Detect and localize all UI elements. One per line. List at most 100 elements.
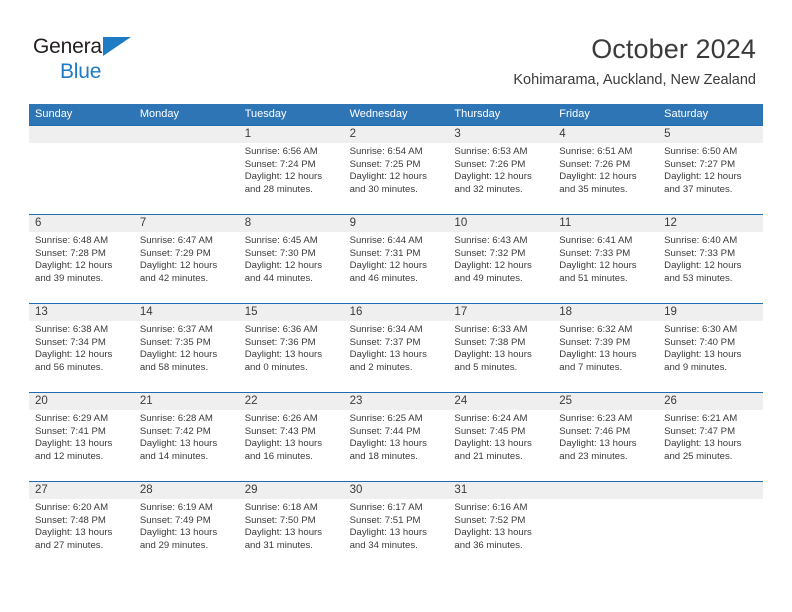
day-detail-line: Sunset: 7:43 PM bbox=[244, 425, 316, 437]
day-cell[interactable]: 21 Sunrise: 6:28 AM Sunset: 7:42 PM Dayligh… bbox=[133, 393, 239, 481]
day-number: 2 bbox=[349, 128, 356, 140]
day-detail-line: and 25 minutes. bbox=[664, 450, 733, 462]
day-detail-line: and 42 minutes. bbox=[139, 272, 209, 284]
day-detail-line: Sunrise: 6:50 AM bbox=[664, 146, 738, 157]
day-detail-line: Sunrise: 6:21 AM bbox=[664, 413, 738, 424]
day-cell[interactable]: 8 Sunrise: 6:45 AM Sunset: 7:30 PM Daylight… bbox=[238, 215, 344, 303]
day-number: 27 bbox=[35, 484, 48, 496]
day-cell[interactable]: 28 Sunrise: 6:19 AM Sunset: 7:49 PM Dayligh… bbox=[133, 482, 239, 570]
day-cell[interactable]: 9 Sunrise: 6:44 AM Sunset: 7:31 PM Daylight… bbox=[343, 215, 449, 303]
day-detail-line: Sunset: 7:38 PM bbox=[454, 336, 526, 348]
day-cell[interactable]: 2 Sunrise: 6:54 AM Sunset: 7:25 PM Daylight… bbox=[343, 126, 449, 214]
day-cell[interactable]: 4 Sunrise: 6:51 AM Sunset: 7:26 PM Daylight… bbox=[553, 126, 658, 214]
day-details: Sunrise: 6:28 AM Sunset: 7:42 PM Daylight:… bbox=[140, 410, 233, 463]
day-detail-line: and 53 minutes. bbox=[664, 272, 733, 284]
day-details: Sunrise: 6:41 AM Sunset: 7:33 PM Daylight:… bbox=[559, 232, 652, 285]
day-detail-line: Daylight: 13 hours bbox=[454, 438, 532, 450]
day-detail-line: Daylight: 12 hours bbox=[664, 260, 742, 272]
day-number: 17 bbox=[454, 306, 468, 318]
day-cell[interactable]: 13 Sunrise: 6:38 AM Sunset: 7:34 PM Dayligh… bbox=[29, 304, 134, 392]
day-detail-line: Sunrise: 6:19 AM bbox=[139, 502, 213, 513]
day-detail-line: and 39 minutes. bbox=[35, 272, 104, 284]
day-cell[interactable]: 7 Sunrise: 6:47 AM Sunset: 7:29 PM Daylight… bbox=[133, 215, 239, 303]
day-cell[interactable]: 25 Sunrise: 6:23 AM Sunset: 7:46 PM Dayligh… bbox=[553, 393, 658, 481]
day-detail-line: Sunset: 7:36 PM bbox=[244, 336, 316, 348]
week-row: 13 Sunrise: 6:38 AM Sunset: 7:34 PM Dayligh… bbox=[29, 303, 763, 392]
day-details: Sunrise: 6:19 AM Sunset: 7:49 PM Daylight:… bbox=[140, 499, 233, 552]
day-cell[interactable]: 11 Sunrise: 6:41 AM Sunset: 7:33 PM Dayligh… bbox=[553, 215, 658, 303]
day-cell[interactable]: 17 Sunrise: 6:33 AM Sunset: 7:38 PM Dayligh… bbox=[448, 304, 554, 392]
day-cell-empty bbox=[29, 126, 134, 214]
day-details: Sunrise: 6:40 AM Sunset: 7:33 PM Daylight:… bbox=[664, 232, 757, 285]
day-detail-line: Sunset: 7:26 PM bbox=[454, 158, 526, 170]
day-cell[interactable]: 16 Sunrise: 6:34 AM Sunset: 7:37 PM Dayligh… bbox=[343, 304, 449, 392]
day-detail-line: Daylight: 12 hours bbox=[35, 260, 113, 272]
day-cell[interactable]: 20 Sunrise: 6:29 AM Sunset: 7:41 PM Dayligh… bbox=[29, 393, 134, 481]
day-detail-line: Sunrise: 6:25 AM bbox=[349, 413, 423, 424]
day-detail-line: Daylight: 13 hours bbox=[349, 527, 427, 539]
day-detail-line: and 0 minutes. bbox=[244, 361, 308, 373]
day-detail-line: Daylight: 13 hours bbox=[454, 527, 532, 539]
day-cell[interactable]: 19 Sunrise: 6:30 AM Sunset: 7:40 PM Dayligh… bbox=[658, 304, 763, 392]
day-detail-line: Daylight: 13 hours bbox=[349, 349, 427, 361]
day-cell[interactable]: 10 Sunrise: 6:43 AM Sunset: 7:32 PM Dayligh… bbox=[448, 215, 554, 303]
day-cell[interactable]: 18 Sunrise: 6:32 AM Sunset: 7:39 PM Dayligh… bbox=[553, 304, 658, 392]
day-cell[interactable]: 15 Sunrise: 6:36 AM Sunset: 7:36 PM Dayligh… bbox=[238, 304, 344, 392]
calendar-grid: Sunday Monday Tuesday Wednesday Thursday Frid… bbox=[29, 104, 763, 570]
day-cell[interactable]: 14 Sunrise: 6:37 AM Sunset: 7:35 PM Dayligh… bbox=[133, 304, 239, 392]
day-number: 21 bbox=[139, 395, 153, 407]
weekday-header-tuesday: Tuesday bbox=[244, 108, 287, 120]
day-cell[interactable]: 1 Sunrise: 6:56 AM Sunset: 7:24 PM Daylight… bbox=[238, 126, 344, 214]
day-detail-line: and 36 minutes. bbox=[454, 539, 523, 551]
weekday-header-saturday: Saturday bbox=[664, 108, 709, 120]
day-detail-line: Daylight: 13 hours bbox=[244, 438, 323, 450]
day-cell[interactable]: 27 Sunrise: 6:20 AM Sunset: 7:48 PM Dayligh… bbox=[29, 482, 134, 570]
day-number: 29 bbox=[244, 484, 258, 496]
week-row: 1 Sunrise: 6:56 AM Sunset: 7:24 PM Daylight… bbox=[29, 125, 763, 214]
day-detail-line: Sunrise: 6:26 AM bbox=[244, 413, 318, 424]
day-detail-line: and 49 minutes. bbox=[454, 272, 523, 284]
day-details: Sunrise: 6:25 AM Sunset: 7:44 PM Daylight:… bbox=[350, 410, 443, 463]
day-detail-line: Sunrise: 6:36 AM bbox=[244, 324, 318, 335]
day-detail-line: and 58 minutes. bbox=[139, 361, 209, 373]
day-detail-line: Sunset: 7:40 PM bbox=[664, 336, 736, 348]
week-row: 20 Sunrise: 6:29 AM Sunset: 7:41 PM Dayligh… bbox=[29, 392, 763, 481]
day-cell[interactable]: 29 Sunrise: 6:18 AM Sunset: 7:50 PM Dayligh… bbox=[238, 482, 344, 570]
day-cell[interactable]: 5 Sunrise: 6:50 AM Sunset: 7:27 PM Daylight… bbox=[658, 126, 763, 214]
day-detail-line: Sunset: 7:33 PM bbox=[559, 247, 631, 259]
day-details: Sunrise: 6:17 AM Sunset: 7:51 PM Daylight:… bbox=[350, 499, 443, 552]
day-detail-line: Sunset: 7:32 PM bbox=[454, 247, 526, 259]
day-details: Sunrise: 6:47 AM Sunset: 7:29 PM Daylight:… bbox=[140, 232, 233, 285]
day-details: Sunrise: 6:21 AM Sunset: 7:47 PM Daylight:… bbox=[664, 410, 757, 463]
day-cell[interactable]: 26 Sunrise: 6:21 AM Sunset: 7:47 PM Dayligh… bbox=[658, 393, 763, 481]
day-detail-line: and 37 minutes. bbox=[664, 183, 733, 195]
day-number: 10 bbox=[454, 217, 468, 229]
day-detail-line: Daylight: 13 hours bbox=[349, 438, 427, 450]
day-detail-line: Sunrise: 6:38 AM bbox=[35, 324, 109, 335]
day-number: 13 bbox=[35, 306, 48, 318]
day-detail-line: Sunset: 7:49 PM bbox=[139, 514, 211, 526]
location-subtitle: Kohimarama, Auckland, New Zealand bbox=[513, 72, 756, 88]
day-detail-line: Daylight: 13 hours bbox=[35, 438, 113, 450]
day-detail-line: Sunrise: 6:51 AM bbox=[559, 146, 633, 157]
day-cell[interactable]: 22 Sunrise: 6:26 AM Sunset: 7:43 PM Dayligh… bbox=[238, 393, 344, 481]
day-detail-line: Daylight: 12 hours bbox=[349, 171, 427, 183]
day-detail-line: Sunset: 7:27 PM bbox=[664, 158, 736, 170]
day-cell[interactable]: 31 Sunrise: 6:16 AM Sunset: 7:52 PM Dayligh… bbox=[448, 482, 554, 570]
day-number: 25 bbox=[559, 395, 573, 407]
day-detail-line: Sunset: 7:45 PM bbox=[454, 425, 526, 437]
day-cell[interactable]: 24 Sunrise: 6:24 AM Sunset: 7:45 PM Dayligh… bbox=[448, 393, 554, 481]
day-cell[interactable]: 3 Sunrise: 6:53 AM Sunset: 7:26 PM Daylight… bbox=[448, 126, 554, 214]
day-details: Sunrise: 6:56 AM Sunset: 7:24 PM Daylight:… bbox=[245, 143, 338, 196]
day-detail-line: Daylight: 12 hours bbox=[454, 171, 532, 183]
day-cell[interactable]: 12 Sunrise: 6:40 AM Sunset: 7:33 PM Dayligh… bbox=[658, 215, 763, 303]
day-number: 23 bbox=[349, 395, 363, 407]
day-cell[interactable]: 23 Sunrise: 6:25 AM Sunset: 7:44 PM Dayligh… bbox=[343, 393, 449, 481]
day-cell[interactable]: 30 Sunrise: 6:17 AM Sunset: 7:51 PM Dayligh… bbox=[343, 482, 449, 570]
day-number: 14 bbox=[139, 306, 153, 318]
week-row: 6 Sunrise: 6:48 AM Sunset: 7:28 PM Daylight… bbox=[29, 214, 763, 303]
day-number: 15 bbox=[244, 306, 258, 318]
day-detail-line: Sunset: 7:25 PM bbox=[349, 158, 421, 170]
day-cell[interactable]: 6 Sunrise: 6:48 AM Sunset: 7:28 PM Daylight… bbox=[29, 215, 134, 303]
general-blue-logo[interactable]: General Blue bbox=[33, 36, 183, 82]
